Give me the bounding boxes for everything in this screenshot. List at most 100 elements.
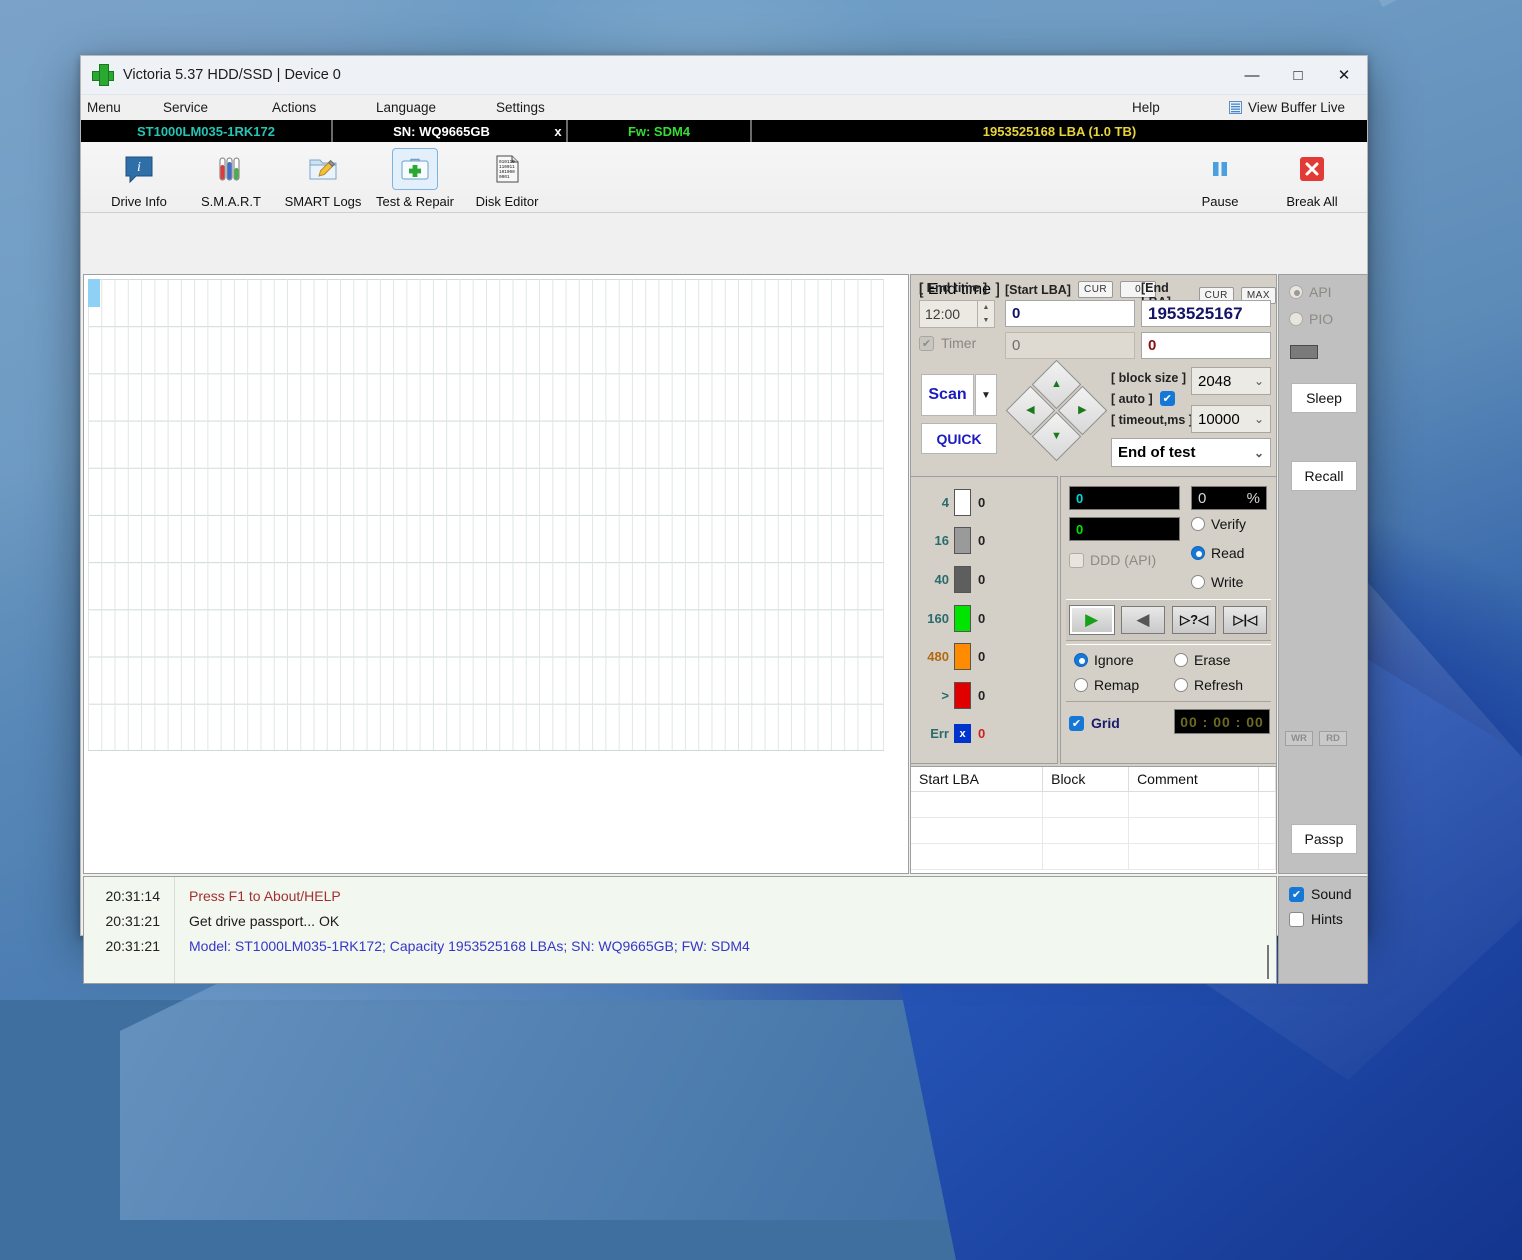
end-time-up-arrow[interactable]: ▲	[978, 301, 994, 314]
timer-checkbox-row[interactable]: ✔ Timer	[919, 335, 976, 351]
quick-button[interactable]: QUICK	[921, 423, 997, 454]
timer-checkbox[interactable]: ✔	[919, 336, 934, 351]
cell[interactable]	[911, 792, 1043, 818]
end-lba-secondary-input[interactable]: 0	[1141, 332, 1271, 359]
hints-option-row[interactable]: Hints	[1289, 911, 1367, 927]
cell[interactable]	[1259, 818, 1276, 844]
column-empty[interactable]	[1259, 767, 1276, 792]
menu-item-menu[interactable]: Menu	[87, 98, 121, 117]
toolbar-button-disk-editor[interactable]: 010110110011 1010000001 Disk Editor	[461, 142, 553, 209]
cell[interactable]	[1043, 792, 1129, 818]
cell[interactable]	[1043, 844, 1129, 870]
defect-list-table[interactable]: Start LBA Block Comment	[910, 766, 1277, 874]
play-backward-button[interactable]: ◀	[1121, 606, 1165, 634]
pio-radio[interactable]	[1289, 312, 1303, 326]
menu-item-service[interactable]: Service	[163, 98, 208, 117]
cell[interactable]	[1129, 792, 1259, 818]
speed-readout: 0	[1069, 486, 1180, 510]
end-lba-input[interactable]: 1953525167	[1141, 300, 1271, 327]
view-buffer-live-button[interactable]: View Buffer Live	[1229, 100, 1345, 115]
api-mode-row[interactable]: API	[1289, 284, 1332, 300]
auto-row[interactable]: [ auto ] ✔	[1111, 391, 1175, 406]
cell[interactable]	[911, 844, 1043, 870]
end-time-value[interactable]: 12:00	[919, 300, 978, 328]
cell[interactable]	[1259, 844, 1276, 870]
start-lba-cur-button[interactable]: CUR	[1078, 281, 1113, 298]
menu-item-help[interactable]: Help	[1132, 98, 1160, 117]
column-comment[interactable]: Comment	[1129, 767, 1259, 792]
menu-item-settings[interactable]: Settings	[496, 98, 545, 117]
toolbar-button-smart-logs[interactable]: SMART Logs	[277, 142, 369, 209]
end-time-arrows[interactable]: ▲▼	[978, 300, 995, 328]
random-jump-button[interactable]: ▷?◁	[1172, 606, 1216, 634]
sleep-button[interactable]: Sleep	[1291, 383, 1357, 413]
cell[interactable]	[911, 818, 1043, 844]
ddd-api-row[interactable]: DDD (API)	[1069, 552, 1156, 568]
action-refresh-row[interactable]: Refresh	[1174, 677, 1243, 693]
sound-checkbox[interactable]: ✔	[1289, 887, 1304, 902]
action-refresh-radio[interactable]	[1174, 678, 1188, 692]
menu-item-actions[interactable]: Actions	[272, 98, 316, 117]
toolbar-button-drive-info[interactable]: i Drive Info	[93, 142, 185, 209]
cell[interactable]	[1259, 792, 1276, 818]
close-button[interactable]: ✕	[1321, 56, 1367, 94]
legend-swatch	[954, 643, 971, 670]
block-size-select[interactable]: 2048 ⌄	[1191, 367, 1271, 395]
action-erase-row[interactable]: Erase	[1174, 652, 1231, 668]
cell[interactable]	[1129, 818, 1259, 844]
ddd-api-checkbox[interactable]	[1069, 553, 1084, 568]
menu-item-language[interactable]: Language	[376, 98, 436, 117]
hints-checkbox[interactable]	[1289, 912, 1304, 927]
table-row[interactable]	[911, 818, 1276, 844]
start-lba-secondary-input: 0	[1005, 332, 1135, 359]
mode-verify-radio[interactable]	[1191, 517, 1205, 531]
butterfly-button[interactable]: ▷|◁	[1223, 606, 1267, 634]
toolbar-button-pause[interactable]: Pause	[1174, 142, 1266, 209]
table-row[interactable]	[911, 792, 1276, 818]
recall-button[interactable]: Recall	[1291, 461, 1357, 491]
grid-toggle-row[interactable]: ✔ Grid	[1069, 715, 1120, 731]
action-ignore-row[interactable]: Ignore	[1074, 652, 1134, 668]
grid-checkbox[interactable]: ✔	[1069, 716, 1084, 731]
surface-map-panel[interactable]	[83, 274, 909, 874]
maximize-button[interactable]: □	[1275, 56, 1321, 94]
timeout-select[interactable]: 10000 ⌄	[1191, 405, 1271, 433]
mode-read-row[interactable]: Read	[1191, 545, 1244, 561]
column-start-lba[interactable]: Start LBA	[911, 767, 1043, 792]
mode-verify-row[interactable]: Verify	[1191, 516, 1246, 532]
pio-mode-row[interactable]: PIO	[1289, 311, 1333, 327]
mode-write-row[interactable]: Write	[1191, 574, 1243, 590]
drive-close-x[interactable]: x	[550, 120, 566, 142]
action-erase-radio[interactable]	[1174, 653, 1188, 667]
table-row[interactable]	[911, 844, 1276, 870]
end-time-spinner[interactable]: 12:00 ▲▼	[919, 300, 995, 328]
start-lba-input[interactable]: 0	[1005, 300, 1135, 327]
column-block[interactable]: Block	[1043, 767, 1129, 792]
log-scrollbar-thumb[interactable]	[1267, 945, 1269, 979]
toolbar-button-smart[interactable]: S.M.A.R.T	[185, 142, 277, 209]
mode-write-radio[interactable]	[1191, 575, 1205, 589]
action-remap-row[interactable]: Remap	[1074, 677, 1139, 693]
cell[interactable]	[1129, 844, 1259, 870]
log-scrollbar[interactable]	[1264, 879, 1274, 983]
sound-option-row[interactable]: ✔ Sound	[1289, 886, 1367, 902]
end-time-down-arrow[interactable]: ▼	[978, 314, 994, 327]
legend-threshold: 16	[917, 533, 949, 548]
action-remap-radio[interactable]	[1074, 678, 1088, 692]
play-forward-button[interactable]: ▶	[1070, 606, 1114, 634]
surface-map-grid[interactable]	[88, 279, 884, 751]
scan-button[interactable]: Scan	[921, 374, 974, 416]
mode-read-radio[interactable]	[1191, 546, 1205, 560]
api-radio[interactable]	[1289, 285, 1303, 299]
log-row: 20:31:14	[84, 883, 174, 908]
action-ignore-radio[interactable]	[1074, 653, 1088, 667]
end-of-test-select[interactable]: End of test ⌄	[1111, 438, 1271, 467]
toolbar-button-break-all[interactable]: Break All	[1266, 142, 1358, 209]
scan-dropdown-button[interactable]: ▼	[975, 374, 997, 416]
log-panel[interactable]: 20:31:14 20:31:21 20:31:21 Press F1 to A…	[83, 876, 1277, 984]
passp-button[interactable]: Passp	[1291, 824, 1357, 854]
toolbar-button-test-repair[interactable]: Test & Repair	[369, 142, 461, 209]
auto-checkbox[interactable]: ✔	[1160, 391, 1175, 406]
minimize-button[interactable]: —	[1229, 56, 1275, 94]
cell[interactable]	[1043, 818, 1129, 844]
